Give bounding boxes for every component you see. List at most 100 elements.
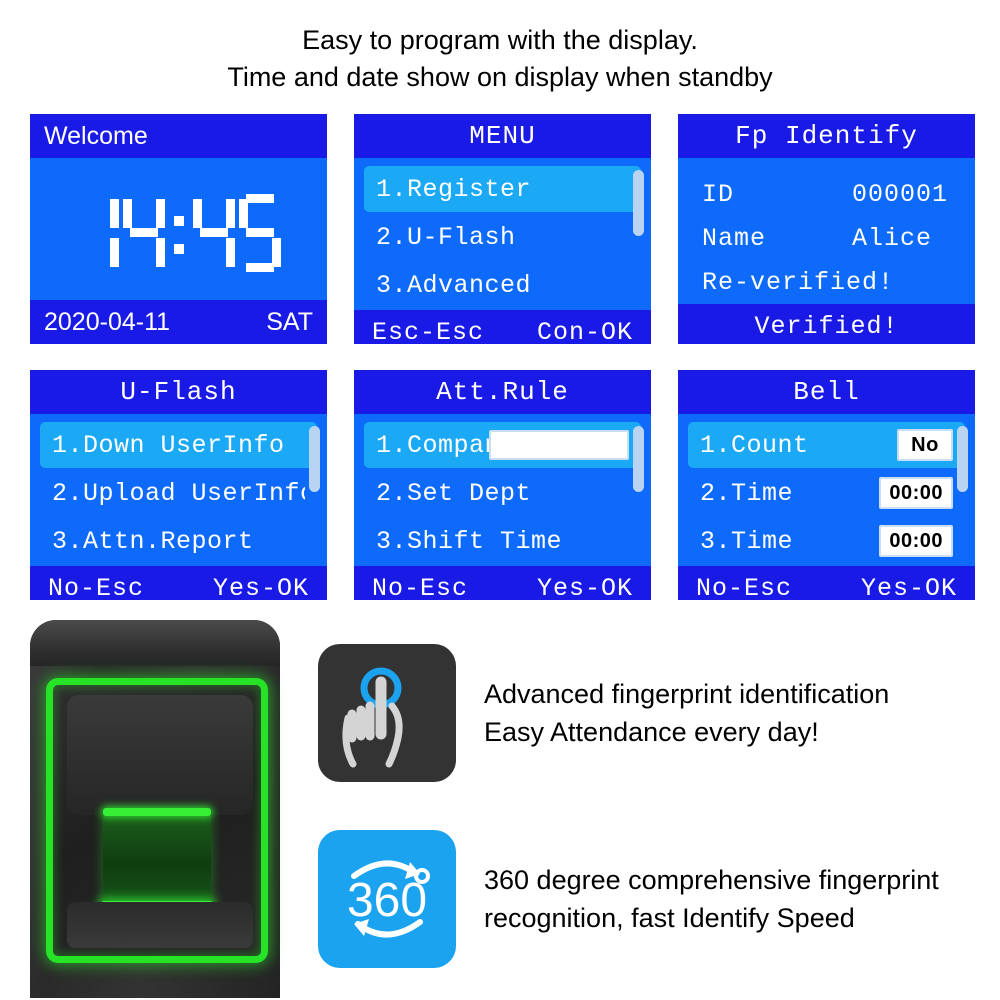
device-top-bevel — [30, 620, 280, 666]
clock-digit — [77, 194, 119, 272]
fingerprint-sensor-pad — [101, 808, 213, 917]
menu-item[interactable]: 3.Shift Time — [364, 518, 641, 564]
360-icon-label: 360 — [347, 874, 427, 927]
menu-item[interactable]: 3.Advanced — [364, 262, 641, 308]
fingerprint-touch-icon — [318, 644, 456, 782]
menu-item[interactable]: 3.Time 00:00 — [688, 518, 965, 564]
menu-item[interactable]: 2.Time 00:00 — [688, 470, 965, 516]
menu-footer: Esc-Esc Con-OK — [354, 310, 651, 344]
info-value: 000001 — [852, 179, 949, 209]
bell-footer-left[interactable]: No-Esc — [696, 574, 792, 601]
feature-360-text: 360 degree comprehensive fingerprint rec… — [484, 861, 939, 938]
menu-item-label: 3.Advanced — [376, 270, 532, 300]
seven-segment-clock — [77, 194, 281, 272]
feature-row-360: 360 360 degree comprehensive fingerprint… — [318, 830, 939, 968]
att-rule-list: 1.Company 2.Set Dept 3.Shift Time — [354, 422, 651, 564]
fp-identify-footer: Verified! — [678, 304, 975, 344]
att-rule-footer-left[interactable]: No-Esc — [372, 574, 468, 601]
att-rule-footer: No-Esc Yes-OK — [354, 566, 651, 600]
feature-360-line-2: recognition, fast Identify Speed — [484, 903, 855, 933]
info-row: Re-verified! — [678, 260, 975, 304]
uflash-title: U-Flash — [30, 370, 327, 414]
att-rule-scrollbar[interactable] — [633, 426, 644, 558]
info-value: Alice — [852, 223, 933, 253]
clock-digit — [238, 194, 281, 272]
page-headline: Easy to program with the display. Time a… — [0, 0, 1000, 97]
menu-item[interactable]: 2.U-Flash — [364, 214, 641, 260]
menu-item-label: 1.Register — [376, 174, 532, 204]
uflash-footer-left[interactable]: No-Esc — [48, 574, 144, 601]
text-input-field[interactable] — [489, 430, 629, 460]
scrollbar-thumb[interactable] — [633, 170, 644, 236]
bell-list: 1.Count No 2.Time 00:00 3.Time 00:00 — [678, 422, 975, 564]
att-rule-title: Att.Rule — [354, 370, 651, 414]
menu-item-label: 3.Shift Time — [376, 526, 563, 556]
info-key: Name — [702, 223, 767, 253]
att-rule-body: 1.Company 2.Set Dept 3.Shift Time — [354, 414, 651, 566]
menu-item[interactable]: 1.Register — [364, 166, 641, 212]
lcd-screen-standby: Welcome 2020-04-11 SAT — [30, 114, 327, 344]
menu-footer-right[interactable]: Con-OK — [537, 318, 633, 345]
att-rule-footer-right[interactable]: Yes-OK — [537, 574, 633, 601]
headline-line-1: Easy to program with the display. — [302, 25, 698, 55]
bell-title: Bell — [678, 370, 975, 414]
lcd-screen-bell: Bell 1.Count No 2.Time 00:00 3.Time 00:00 No-… — [678, 370, 975, 600]
fp-identify-body: ID 000001 Name Alice Re-verified! — [678, 158, 975, 304]
menu-list: 1.Register 2.U-Flash 3.Advanced — [354, 166, 651, 308]
menu-footer-left[interactable]: Esc-Esc — [372, 318, 484, 345]
info-key: Re-verified! — [702, 267, 895, 297]
value-field[interactable]: 00:00 — [879, 477, 953, 509]
value-field[interactable]: No — [897, 429, 953, 461]
menu-item[interactable]: 2.Upload UserInfo — [40, 470, 317, 516]
menu-item-label: 2.Time — [700, 478, 794, 508]
headline-line-2: Time and date show on display when stand… — [227, 62, 773, 93]
menu-item-label: 1.Down UserInfo — [52, 430, 285, 460]
info-key: ID — [702, 179, 735, 209]
device-lower-lip — [67, 902, 253, 948]
menu-item[interactable]: 1.Down UserInfo — [40, 422, 317, 468]
lcd-screen-att-rule: Att.Rule 1.Company 2.Set Dept 3.Shift Time… — [354, 370, 651, 600]
menu-item-label: 1.Company — [376, 430, 489, 460]
menu-item[interactable]: 1.Company — [364, 422, 641, 468]
bell-footer-right[interactable]: Yes-OK — [861, 574, 957, 601]
uflash-scrollbar[interactable] — [309, 426, 320, 558]
feature-fingerprint-line-1: Advanced fingerprint identification — [484, 678, 890, 709]
360-degree-icon: 360 — [318, 830, 456, 968]
feature-360-line-1: 360 degree comprehensive fingerprint — [484, 864, 939, 895]
standby-date: 2020-04-11 — [44, 307, 171, 336]
lcd-screen-uflash: U-Flash 1.Down UserInfo 2.Upload UserInfo… — [30, 370, 327, 600]
uflash-footer: No-Esc Yes-OK — [30, 566, 327, 600]
device-inner-pad — [67, 695, 253, 815]
scrollbar-thumb[interactable] — [957, 426, 968, 492]
feature-row-fingerprint: Advanced fingerprint identification Easy… — [318, 644, 889, 782]
clock-colon — [169, 194, 189, 272]
menu-title: MENU — [354, 114, 651, 158]
clock-digit — [192, 194, 235, 272]
bell-scrollbar[interactable] — [957, 426, 968, 558]
standby-title: Welcome — [30, 114, 327, 158]
uflash-body: 1.Down UserInfo 2.Upload UserInfo 3.Attn.R… — [30, 414, 327, 566]
fingerprint-reader-glow-frame — [46, 678, 268, 963]
fp-identify-title: Fp Identify — [678, 114, 975, 158]
uflash-footer-right[interactable]: Yes-OK — [213, 574, 309, 601]
standby-weekday: SAT — [266, 307, 313, 336]
info-row: Name Alice — [678, 216, 975, 260]
menu-item-label: 2.U-Flash — [376, 222, 516, 252]
standby-body — [30, 158, 327, 300]
lcd-screens-grid: Welcome 2020-04-11 SAT MENU 1.Register 2.… — [30, 114, 975, 600]
menu-item[interactable]: 1.Count No — [688, 422, 965, 468]
fp-identify-info-list: ID 000001 Name Alice Re-verified! — [678, 166, 975, 304]
scrollbar-thumb[interactable] — [309, 426, 320, 492]
value-field[interactable]: 00:00 — [879, 525, 953, 557]
lcd-screen-menu: MENU 1.Register 2.U-Flash 3.Advanced Esc-E… — [354, 114, 651, 344]
scrollbar-thumb[interactable] — [633, 426, 644, 492]
menu-body: 1.Register 2.U-Flash 3.Advanced — [354, 158, 651, 310]
menu-item[interactable]: 3.Attn.Report — [40, 518, 317, 564]
menu-item-label: 2.Set Dept — [376, 478, 532, 508]
clock-digit — [122, 194, 165, 272]
menu-scrollbar[interactable] — [633, 170, 644, 302]
bell-footer: No-Esc Yes-OK — [678, 566, 975, 600]
menu-item[interactable]: 2.Set Dept — [364, 470, 641, 516]
feature-fingerprint-text: Advanced fingerprint identification Easy… — [484, 675, 889, 752]
bell-body: 1.Count No 2.Time 00:00 3.Time 00:00 — [678, 414, 975, 566]
